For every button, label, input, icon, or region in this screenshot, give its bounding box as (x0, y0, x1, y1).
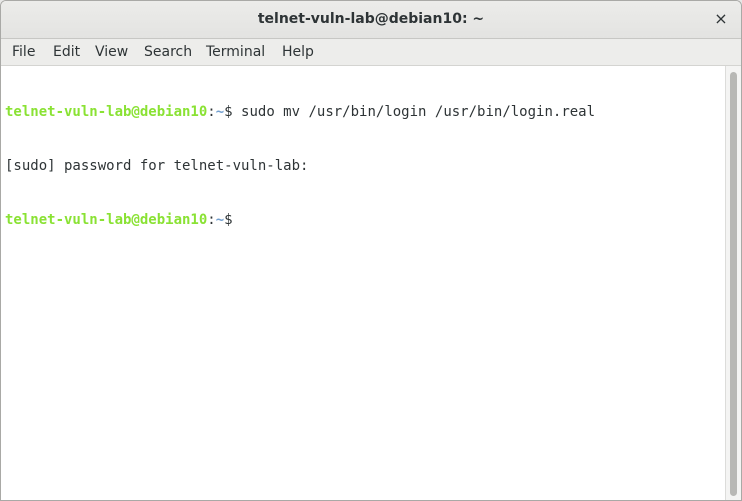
menu-file[interactable]: File (12, 44, 35, 60)
menu-search[interactable]: Search (144, 44, 192, 60)
terminal-output[interactable]: telnet-vuln-lab@debian10:~$ sudo mv /usr… (1, 66, 725, 500)
menu-view[interactable]: View (95, 44, 128, 60)
terminal-window: telnet-vuln-lab@debian10: ~ × File Edit … (0, 0, 742, 501)
prompt-separator: : (207, 212, 216, 228)
title-bar[interactable]: telnet-vuln-lab@debian10: ~ × (1, 1, 741, 39)
prompt-path: ~ (215, 104, 225, 120)
prompt-user-host: telnet-vuln-lab@debian10 (5, 212, 208, 228)
prompt-separator: : (207, 104, 216, 120)
prompt-user-host: telnet-vuln-lab@debian10 (5, 104, 208, 120)
output-text: [sudo] password for telnet-vuln-lab: (5, 158, 309, 174)
terminal-line: telnet-vuln-lab@debian10:~$ (5, 211, 725, 229)
vertical-scrollbar[interactable] (725, 66, 741, 500)
menu-edit[interactable]: Edit (53, 44, 80, 60)
scrollbar-thumb[interactable] (730, 72, 737, 496)
terminal-line: telnet-vuln-lab@debian10:~$ sudo mv /usr… (5, 103, 725, 121)
prompt-path: ~ (215, 212, 225, 228)
menu-bar: File Edit View Search Terminal Help (1, 39, 741, 66)
window-title: telnet-vuln-lab@debian10: ~ (257, 11, 485, 27)
terminal-line: [sudo] password for telnet-vuln-lab: (5, 157, 725, 175)
prompt-symbol: $ (224, 212, 233, 228)
command-text: sudo mv /usr/bin/login /usr/bin/login.re… (232, 104, 596, 120)
menu-help[interactable]: Help (282, 44, 314, 60)
menu-terminal[interactable]: Terminal (206, 44, 265, 60)
close-button[interactable]: × (711, 9, 731, 29)
prompt-symbol: $ (224, 104, 233, 120)
